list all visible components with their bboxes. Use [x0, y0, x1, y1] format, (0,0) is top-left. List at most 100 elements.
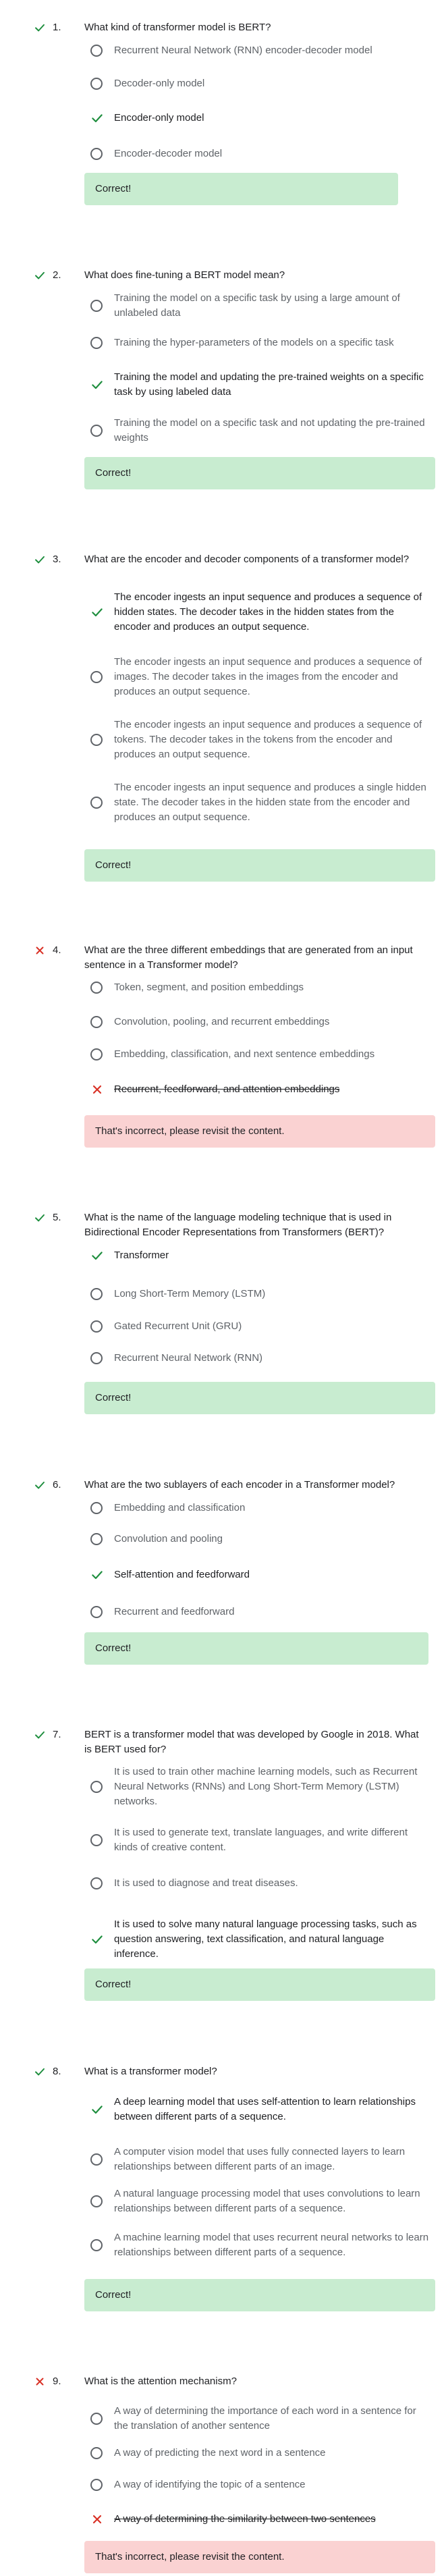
radio-button[interactable]	[90, 1834, 103, 1846]
answer-option[interactable]: Embedding and classification	[84, 1501, 435, 1515]
answer-option[interactable]: Recurrent, feedforward, and attention em…	[84, 1082, 435, 1097]
question-text: What are the two sublayers of each encod…	[84, 1479, 395, 1491]
answer-option[interactable]: Training the model and updating the pre-…	[84, 370, 435, 400]
radio-button[interactable]	[90, 1048, 103, 1061]
answer-option[interactable]: It is used to generate text, translate l…	[84, 1825, 435, 1855]
radio-button[interactable]	[90, 671, 103, 683]
answer-option-label: A way of identifying the topic of a sent…	[114, 2479, 306, 2490]
answer-option-label: Recurrent and feedforward	[114, 1606, 235, 1617]
radio-button[interactable]	[90, 1288, 103, 1300]
answer-option-label: Training the model on a specific task an…	[114, 417, 425, 444]
answer-option[interactable]: A way of identifying the topic of a sent…	[84, 2477, 435, 2492]
feedback-correct-banner: Correct!	[84, 1968, 435, 2001]
radio-button[interactable]	[90, 1502, 103, 1514]
radio-button[interactable]	[90, 1877, 103, 1889]
selected-incorrect-x-icon	[92, 2515, 102, 2524]
answer-option[interactable]: Gated Recurrent Unit (GRU)	[84, 1319, 435, 1334]
radio-button[interactable]	[90, 1320, 103, 1333]
question-text: What kind of transformer model is BERT?	[84, 22, 271, 33]
question-text: What is a transformer model?	[84, 2066, 217, 2077]
radio-button[interactable]	[90, 1352, 103, 1364]
answer-option-label: Long Short-Term Memory (LSTM)	[114, 1288, 266, 1299]
radio-button[interactable]	[90, 2153, 103, 2166]
answer-option[interactable]: Transformer	[84, 1248, 435, 1263]
radio-button[interactable]	[90, 337, 103, 349]
answer-option[interactable]: Training the hyper-parameters of the mod…	[84, 336, 435, 350]
answer-option-label: Embedding, classification, and next sent…	[114, 1048, 375, 1060]
answer-option-label: Convolution and pooling	[114, 1533, 223, 1545]
selected-correct-check-icon	[92, 381, 103, 390]
answer-option[interactable]: It is used to solve many natural languag…	[84, 1917, 435, 1962]
radio-button[interactable]	[90, 1533, 103, 1545]
answer-option-label: It is used to train other machine learni…	[114, 1766, 418, 1807]
answer-option[interactable]: Self-attention and feedforward	[84, 1567, 435, 1582]
answer-option[interactable]: Recurrent Neural Network (RNN) encoder-d…	[84, 43, 435, 58]
radio-button[interactable]	[90, 300, 103, 312]
answer-option[interactable]: Convolution, pooling, and recurrent embe…	[84, 1015, 435, 1029]
answer-option[interactable]: Encoder-decoder model	[84, 146, 435, 161]
answer-option[interactable]: Decoder-only model	[84, 76, 435, 91]
answer-option[interactable]: A machine learning model that uses recur…	[84, 2230, 435, 2260]
answer-option[interactable]: The encoder ingests an input sequence an…	[84, 718, 435, 762]
radio-button[interactable]	[90, 425, 103, 437]
answer-option[interactable]: It is used to diagnose and treat disease…	[84, 1876, 435, 1891]
answer-option[interactable]: Training the model on a specific task by…	[84, 291, 435, 321]
feedback-incorrect-banner: That's incorrect, please revisit the con…	[84, 2541, 435, 2573]
question-number: 6.	[53, 1479, 61, 1491]
answer-option[interactable]: Training the model on a specific task an…	[84, 416, 435, 446]
answer-option[interactable]: Recurrent Neural Network (RNN)	[84, 1351, 435, 1366]
question-number: 1.	[53, 22, 61, 33]
radio-button[interactable]	[90, 734, 103, 746]
question-correct-check-icon	[35, 1481, 45, 1489]
answer-option-label: The encoder ingests an input sequence an…	[114, 782, 426, 823]
question-correct-check-icon	[35, 556, 45, 564]
radio-button[interactable]	[90, 2479, 103, 2491]
radio-button[interactable]	[90, 45, 103, 57]
answer-option[interactable]: A way of determining the importance of e…	[84, 2404, 435, 2434]
answer-option[interactable]: The encoder ingests an input sequence an…	[84, 780, 435, 825]
radio-button[interactable]	[90, 1016, 103, 1028]
radio-button[interactable]	[90, 1606, 103, 1618]
answer-option-label: Training the model and updating the pre-…	[114, 371, 424, 398]
answer-option[interactable]: A computer vision model that uses fully …	[84, 2145, 435, 2174]
question-correct-check-icon	[35, 1214, 45, 1222]
answer-option-label: A natural language processing model that…	[114, 2188, 420, 2214]
radio-button[interactable]	[90, 2239, 103, 2251]
question-number: 7.	[53, 1729, 61, 1740]
answer-option-label: The encoder ingests an input sequence an…	[114, 719, 422, 760]
answer-option[interactable]: A way of predicting the next word in a s…	[84, 2446, 435, 2461]
question-number: 8.	[53, 2066, 61, 2077]
answer-option[interactable]: A deep learning model that uses self-att…	[84, 2095, 435, 2124]
answer-option[interactable]: Token, segment, and position embeddings	[84, 980, 435, 995]
answer-option[interactable]: Convolution and pooling	[84, 1532, 435, 1547]
radio-button[interactable]	[90, 1781, 103, 1793]
question-text: What does fine-tuning a BERT model mean?	[84, 269, 285, 281]
answer-option[interactable]: Long Short-Term Memory (LSTM)	[84, 1287, 435, 1302]
answer-option-label: It is used to generate text, translate l…	[114, 1827, 408, 1853]
answer-option[interactable]: The encoder ingests an input sequence an…	[84, 655, 435, 699]
answer-option[interactable]: Recurrent and feedforward	[84, 1605, 435, 1619]
selected-correct-check-icon	[92, 2105, 103, 2114]
feedback-incorrect-banner: That's incorrect, please revisit the con…	[84, 1115, 435, 1148]
answer-option[interactable]: A natural language processing model that…	[84, 2186, 435, 2216]
question-incorrect-x-icon	[36, 2378, 44, 2386]
feedback-correct-banner: Correct!	[84, 2279, 435, 2311]
answer-option[interactable]: It is used to train other machine learni…	[84, 1765, 435, 1809]
selected-correct-check-icon	[92, 1252, 103, 1260]
radio-button[interactable]	[90, 2413, 103, 2425]
answer-option[interactable]: Embedding, classification, and next sent…	[84, 1047, 435, 1062]
question-correct-check-icon	[35, 24, 45, 32]
radio-button[interactable]	[90, 2447, 103, 2459]
radio-button[interactable]	[90, 78, 103, 90]
question-text: What is the attention mechanism?	[84, 2376, 237, 2387]
question-correct-check-icon	[35, 1731, 45, 1739]
answer-option[interactable]: A way of determining the similarity betw…	[84, 2512, 435, 2527]
radio-button[interactable]	[90, 148, 103, 160]
answer-option[interactable]: The encoder ingests an input sequence an…	[84, 590, 435, 635]
question-number: 9.	[53, 2376, 61, 2387]
radio-button[interactable]	[90, 982, 103, 994]
radio-button[interactable]	[90, 797, 103, 809]
radio-button[interactable]	[90, 2195, 103, 2207]
selected-correct-check-icon	[92, 114, 103, 123]
answer-option[interactable]: Encoder-only model	[84, 111, 435, 126]
